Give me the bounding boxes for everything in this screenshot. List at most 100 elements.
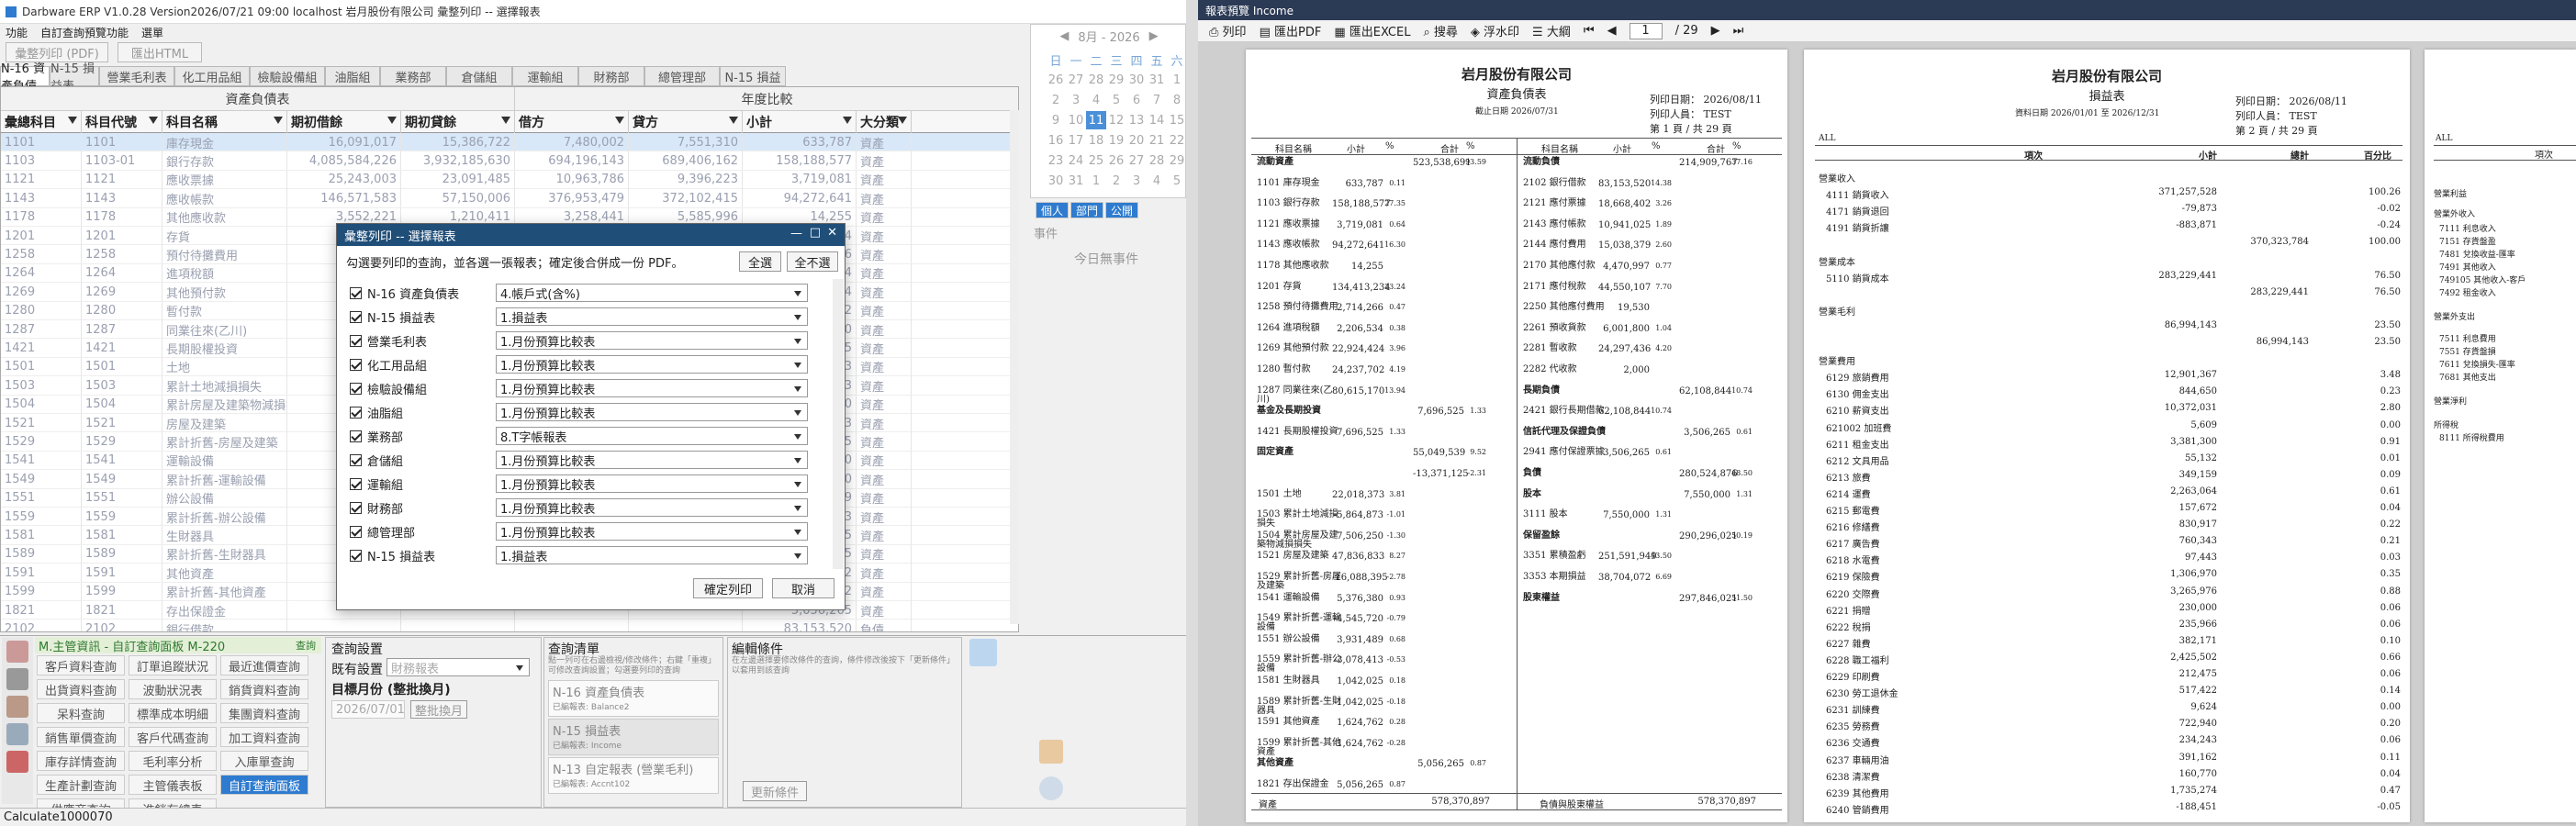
table-row[interactable]: 1121 1121 應收票據 25,243,003 23,091,485 10,963,7… <box>1 170 1018 190</box>
calendar-day[interactable]: 20 <box>1126 131 1147 150</box>
tab-4[interactable]: 檢驗設備組 <box>250 66 325 86</box>
report-format-select[interactable]: 1.月份預算比較表 <box>496 331 808 350</box>
calendar-day[interactable]: 30 <box>1046 172 1066 190</box>
module-button-5[interactable]: 銷貨資料查詢 <box>220 679 308 699</box>
update-condition-button[interactable]: 更新條件 <box>743 781 807 801</box>
col-header-8[interactable]: 大分類 <box>857 111 912 133</box>
scope-personal-button[interactable]: 個人 <box>1036 202 1069 218</box>
query-list-item[interactable]: N-15 損益表 已編報表: Income <box>548 719 719 755</box>
filter-icon[interactable] <box>615 117 624 124</box>
filter-icon[interactable] <box>274 117 283 124</box>
query-list-item[interactable]: N-16 資產負債表 已編報表: Balance2 <box>548 680 719 717</box>
report-format-select[interactable]: 4.帳戶式(含%) <box>496 284 808 302</box>
folder-icon[interactable] <box>6 696 28 718</box>
tab-8[interactable]: 運輸組 <box>512 66 578 86</box>
col-header-5[interactable]: 借方 <box>515 111 629 133</box>
calendar-day[interactable]: 4 <box>1086 91 1106 109</box>
report-format-select[interactable]: 1.月份預算比較表 <box>496 474 808 493</box>
module-button-11[interactable]: 加工資料查詢 <box>220 727 308 747</box>
report-checkbox[interactable] <box>350 406 362 419</box>
col-header-4[interactable]: 期初貸餘 <box>401 111 515 133</box>
clock-icon[interactable] <box>1039 776 1063 800</box>
confirm-print-button[interactable]: 確定列印 <box>693 578 763 598</box>
calendar-day[interactable]: 19 <box>1106 131 1126 150</box>
col-header-3[interactable]: 期初借餘 <box>287 111 401 133</box>
filter-icon[interactable] <box>898 117 907 124</box>
tab-2[interactable]: 營業毛利表 <box>99 66 174 86</box>
menu-custom-query[interactable]: 自訂查詢預覽功能 <box>40 25 129 40</box>
tab-0[interactable]: N-16 資產負債 <box>0 62 50 94</box>
tab-9[interactable]: 財務部 <box>578 66 644 86</box>
calendar-day[interactable]: 10 <box>1066 111 1086 129</box>
calendar-day[interactable]: 11 <box>1086 111 1106 129</box>
calendar-day[interactable]: 15 <box>1167 111 1187 129</box>
col-header-0[interactable]: 彙總科目 <box>1 111 82 133</box>
calendar-day[interactable]: 14 <box>1147 111 1167 129</box>
calendar-day[interactable]: 21 <box>1147 131 1167 150</box>
export-excel-button[interactable]: ▦ 匯出EXCEL <box>1334 22 1410 39</box>
table-row[interactable]: 1101 1101 庫存現金 16,091,017 15,386,722 7,480,00… <box>1 133 1018 152</box>
calendar-day[interactable]: 18 <box>1086 131 1106 150</box>
tab-7[interactable]: 倉儲組 <box>446 66 512 86</box>
query-list-item[interactable]: N-13 自定報表 (營業毛利) 已編報表: Accnt102 <box>548 757 719 794</box>
col-header-7[interactable]: 小計 <box>743 111 857 133</box>
cancel-button[interactable]: 取消 <box>772 578 834 598</box>
search-icon[interactable] <box>969 639 997 666</box>
calendar-day[interactable]: 5 <box>1106 91 1126 109</box>
calendar-day[interactable]: 3 <box>1066 91 1086 109</box>
calendar-day[interactable]: 2 <box>1046 91 1066 109</box>
calendar-day[interactable]: 26 <box>1046 71 1066 89</box>
module-button-12[interactable]: 庫存詳情查詢 <box>37 751 125 771</box>
filter-icon[interactable] <box>387 117 397 124</box>
calendar-day[interactable]: 6 <box>1126 91 1147 109</box>
calendar-day[interactable]: 3 <box>1126 172 1147 190</box>
calendar-day[interactable]: 17 <box>1066 131 1086 150</box>
filter-icon[interactable] <box>149 117 158 124</box>
col-header-1[interactable]: 科目代號 <box>82 111 162 133</box>
close-icon[interactable]: ✕ <box>827 226 837 240</box>
report-checkbox[interactable] <box>350 310 362 323</box>
report-format-select[interactable]: 8.T字帳報表 <box>496 427 808 445</box>
calendar-day[interactable]: 27 <box>1126 151 1147 170</box>
select-none-button[interactable]: 全不選 <box>787 251 838 272</box>
filter-icon[interactable] <box>68 117 77 124</box>
first-page-icon[interactable]: ⏮ <box>1584 24 1595 38</box>
module-button-16[interactable]: 主管儀表板 <box>129 775 217 795</box>
report-format-select[interactable]: 1.月份預算比較表 <box>496 522 808 541</box>
switch-month-button[interactable]: 整批換月 <box>410 700 467 719</box>
calendar-day[interactable]: 16 <box>1046 131 1066 150</box>
module-button-10[interactable]: 客戶代碼查詢 <box>129 727 217 747</box>
report-checkbox[interactable] <box>350 501 362 514</box>
report-checkbox[interactable] <box>350 382 362 395</box>
watermark-button[interactable]: ◈ 浮水印 <box>1471 22 1519 39</box>
module-button-0[interactable]: 客戶資料查詢 <box>37 655 125 675</box>
calendar-day[interactable]: 4 <box>1147 172 1167 190</box>
calendar-day[interactable]: 2 <box>1106 172 1126 190</box>
scope-department-button[interactable]: 部門 <box>1070 202 1103 218</box>
report-checkbox[interactable] <box>350 453 362 466</box>
report-checkbox[interactable] <box>350 334 362 347</box>
module-button-4[interactable]: 波動狀況表 <box>129 679 217 699</box>
report-checkbox[interactable] <box>350 286 362 299</box>
scope-public-button[interactable]: 公開 <box>1105 202 1138 218</box>
calendar-day[interactable]: 22 <box>1167 131 1187 150</box>
report-checkbox[interactable] <box>350 525 362 538</box>
report-checkbox[interactable] <box>350 430 362 442</box>
menu-function[interactable]: 功能 <box>6 25 28 40</box>
existing-settings-select[interactable]: 財務報表 <box>386 658 530 676</box>
calendar-day[interactable]: 31 <box>1066 172 1086 190</box>
module-button-9[interactable]: 銷售單價查詢 <box>37 727 125 747</box>
next-page-icon[interactable]: ▶ <box>1711 24 1720 38</box>
tab-6[interactable]: 業務部 <box>380 66 446 86</box>
export-html-button[interactable]: 匯出HTML <box>118 42 202 62</box>
report-format-select[interactable]: 1.月份預算比較表 <box>496 403 808 421</box>
calendar-day[interactable]: 26 <box>1106 151 1126 170</box>
calendar-day[interactable]: 28 <box>1147 151 1167 170</box>
report-checkbox[interactable] <box>350 477 362 490</box>
calendar-day[interactable]: 25 <box>1086 151 1106 170</box>
calendar-day[interactable]: 1 <box>1167 71 1187 89</box>
filter-icon[interactable] <box>501 117 510 124</box>
calendar-day[interactable]: 27 <box>1066 71 1086 89</box>
report-format-select[interactable]: 1.月份預算比較表 <box>496 379 808 397</box>
calendar-day[interactable]: 30 <box>1126 71 1147 89</box>
